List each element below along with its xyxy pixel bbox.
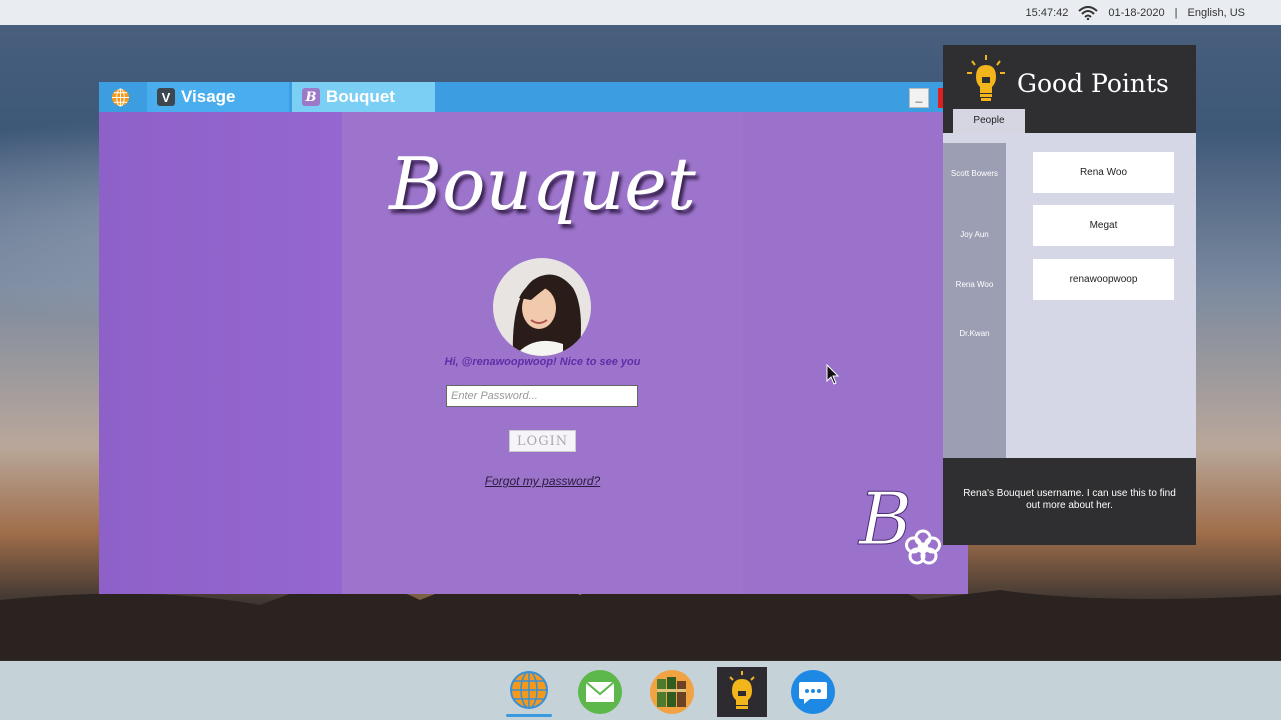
system-status-bar: 15:47:42 01-18-2020 | English, US [0,0,1281,25]
browser-window: V Visage B Bouquet _ Bouquet Hi, @renawo… [99,82,968,594]
lightbulb-icon [967,55,1005,101]
clock-date: 01-18-2020 [1108,6,1165,19]
minimize-button[interactable]: _ [909,88,929,108]
bouquet-flower-logo-icon: B [857,482,941,565]
info-card-name[interactable]: Rena Woo [1033,152,1174,193]
tab-visage[interactable]: V Visage [147,82,289,112]
person-rena-woo[interactable]: Rena Woo [943,280,1006,289]
user-avatar [493,258,591,356]
tab-bouquet[interactable]: B Bouquet [292,82,435,112]
good-points-body: Scott Bowers Joy Aun Rena Woo Dr.Kwan Re… [943,133,1196,458]
chat-icon [791,670,835,714]
good-points-bulb-icon [729,671,755,709]
tab-label: Bouquet [326,87,395,106]
wifi-icon[interactable] [1078,5,1099,20]
person-joy-aun[interactable]: Joy Aun [943,230,1006,239]
info-card-megat[interactable]: Megat [1033,205,1174,246]
mouse-cursor-icon [826,364,840,385]
people-list: Scott Bowers Joy Aun Rena Woo Dr.Kwan [943,143,1006,458]
dock-books-button[interactable] [647,667,697,717]
status-separator: | [1174,6,1178,19]
good-points-panel: Good Points People Scott Bowers Joy Aun … [943,45,1196,545]
tab-bar: V Visage B Bouquet _ [99,82,944,112]
globe-browser-icon [510,671,548,709]
dock-browser-button[interactable] [504,667,554,717]
tab-label: Visage [181,87,236,106]
globe-icon[interactable] [111,88,130,107]
info-card-username[interactable]: renawoopwoop [1033,259,1174,300]
login-panel: Bouquet Hi, @renawoopwoop! Nice to see y… [342,112,743,594]
page-right-margin: B [743,112,968,594]
books-icon [650,670,694,714]
tab-people[interactable]: People [953,109,1025,133]
dock-good-points-button[interactable] [717,667,767,717]
active-indicator [506,714,552,717]
dock-mail-button[interactable] [575,667,625,717]
mail-icon [578,670,622,714]
forgot-password-link[interactable]: Forgot my password? [342,474,743,488]
bouquet-page: Bouquet Hi, @renawoopwoop! Nice to see y… [99,112,968,594]
logo-letter: B [857,482,912,561]
taskbar-dock [0,661,1281,720]
good-points-note: Rena's Bouquet username. I can use this … [963,488,1176,511]
person-dr-kwan[interactable]: Dr.Kwan [943,329,1006,338]
person-scott-bowers[interactable]: Scott Bowers [943,169,1006,178]
password-input[interactable] [446,385,638,407]
login-button[interactable]: LOGIN [509,430,576,452]
good-points-title: Good Points [1017,69,1169,98]
clock-time: 15:47:42 [1025,6,1069,19]
dock-chat-button[interactable] [788,667,838,717]
page-left-margin [99,112,342,594]
greeting-text: Hi, @renawoopwoop! Nice to see you [444,356,641,368]
locale-label[interactable]: English, US [1188,7,1245,19]
bouquet-title: Bouquet [389,142,696,226]
bouquet-logo-icon: B [302,88,320,106]
visage-logo-icon: V [157,88,175,106]
